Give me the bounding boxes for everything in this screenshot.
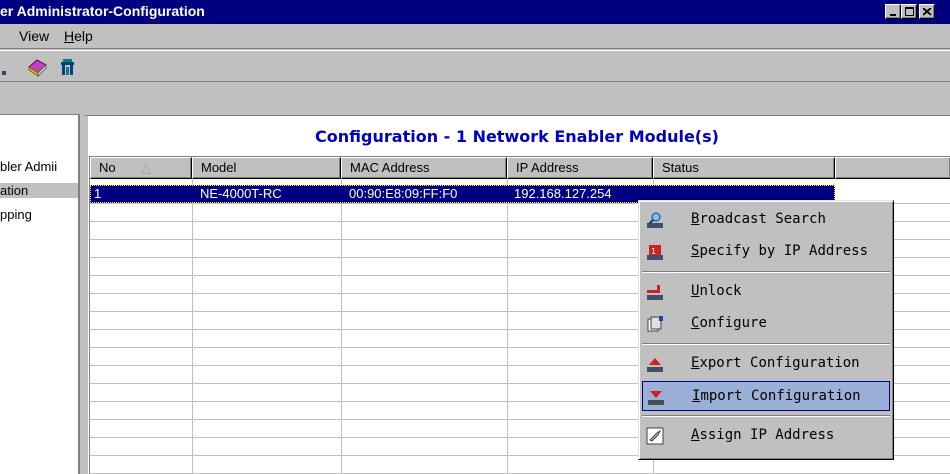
close-icon bbox=[923, 8, 932, 16]
grid-line bbox=[507, 179, 508, 474]
menu-item-label: Import Configuration bbox=[692, 388, 861, 404]
cell-model: NE-4000T-RC bbox=[200, 186, 282, 201]
book-icon bbox=[28, 59, 47, 78]
sort-ascending-icon: △ bbox=[141, 160, 151, 175]
menu-item-label: Specify by IP Address bbox=[691, 243, 869, 259]
window-title: er Administrator-Configuration bbox=[0, 3, 205, 19]
cell-no: 1 bbox=[94, 186, 102, 201]
menu-item-label: Broadcast Search bbox=[691, 211, 826, 227]
column-header-status[interactable]: Status bbox=[653, 157, 835, 179]
menu-item-broadcast-search[interactable]: Broadcast Search bbox=[642, 205, 890, 235]
column-header-no[interactable]: No △ bbox=[90, 157, 192, 179]
menu-item-import-configuration[interactable]: Import Configuration bbox=[642, 381, 890, 411]
column-header-model[interactable]: Model bbox=[192, 157, 341, 179]
import-icon bbox=[648, 391, 664, 405]
tree-item-mapping[interactable]: pping bbox=[0, 207, 78, 222]
tree-item-configuration[interactable]: ation bbox=[0, 183, 78, 198]
column-label-ip: IP Address bbox=[516, 160, 579, 175]
menu-help[interactable]: Help bbox=[64, 28, 93, 44]
export-icon bbox=[647, 358, 663, 372]
red-device-icon: 1 bbox=[647, 245, 663, 260]
column-label-status: Status bbox=[662, 160, 699, 175]
menu-item-export-configuration[interactable]: Export Configuration bbox=[642, 349, 890, 379]
menu-item-assign-ip[interactable]: Assign IP Address bbox=[642, 421, 890, 451]
unlock-icon bbox=[647, 285, 663, 300]
search-icon bbox=[647, 212, 663, 228]
toolbar-button-partial[interactable] bbox=[0, 57, 14, 77]
menu-help-key: H bbox=[64, 28, 75, 44]
close-button[interactable] bbox=[919, 4, 935, 19]
menu-item-label: Unlock bbox=[691, 283, 742, 299]
network-plug-icon bbox=[61, 59, 74, 75]
minimize-icon bbox=[890, 14, 896, 16]
menu-item-label: Configure bbox=[691, 315, 767, 331]
column-label-no: No bbox=[99, 160, 116, 175]
menu-separator bbox=[642, 343, 890, 345]
menu-view[interactable]: View bbox=[19, 28, 49, 44]
menu-separator bbox=[642, 271, 890, 273]
grid-line bbox=[192, 179, 193, 474]
toolbar bbox=[0, 50, 950, 82]
menu-item-unlock[interactable]: Unlock bbox=[642, 277, 890, 307]
menu-separator bbox=[642, 415, 890, 417]
cell-ip: 192.168.127.254 bbox=[514, 186, 612, 201]
toolbar-button-network[interactable] bbox=[58, 57, 80, 77]
maximize-button[interactable] bbox=[901, 4, 917, 19]
column-header-ip[interactable]: IP Address bbox=[507, 157, 653, 179]
left-partial-icon bbox=[2, 71, 6, 75]
assign-ip-icon bbox=[646, 427, 664, 445]
grid-line bbox=[341, 179, 342, 474]
minimize-button[interactable] bbox=[885, 4, 901, 19]
column-label-mac: MAC Address bbox=[350, 160, 430, 175]
menu-help-rest: elp bbox=[74, 28, 93, 44]
menu-item-label: Export Configuration bbox=[691, 355, 860, 371]
menu-bar: View Help bbox=[0, 24, 950, 49]
navigation-tree: bler Admii ation pping bbox=[0, 115, 80, 474]
context-menu: Broadcast Search 1 Specify by IP Address… bbox=[638, 200, 894, 460]
toolbar-button-book[interactable] bbox=[26, 57, 48, 78]
column-header-blank bbox=[835, 157, 950, 179]
title-bar: er Administrator-Configuration bbox=[0, 0, 950, 24]
cell-mac: 00:90:E8:09:FF:F0 bbox=[349, 186, 458, 201]
configure-icon bbox=[647, 316, 663, 332]
column-label-model: Model bbox=[201, 160, 237, 175]
page-title: Configuration - 1 Network Enabler Module… bbox=[315, 127, 719, 146]
column-header-mac[interactable]: MAC Address bbox=[341, 157, 507, 179]
tree-header bbox=[0, 84, 80, 115]
menu-item-label: Assign IP Address bbox=[691, 427, 835, 443]
maximize-icon bbox=[905, 7, 914, 16]
menu-item-configure[interactable]: Configure bbox=[642, 309, 890, 339]
tree-item-administrator[interactable]: bler Admii bbox=[0, 159, 78, 174]
svg-text:1: 1 bbox=[651, 247, 656, 256]
menu-item-specify-by-ip[interactable]: 1 Specify by IP Address bbox=[642, 237, 890, 267]
